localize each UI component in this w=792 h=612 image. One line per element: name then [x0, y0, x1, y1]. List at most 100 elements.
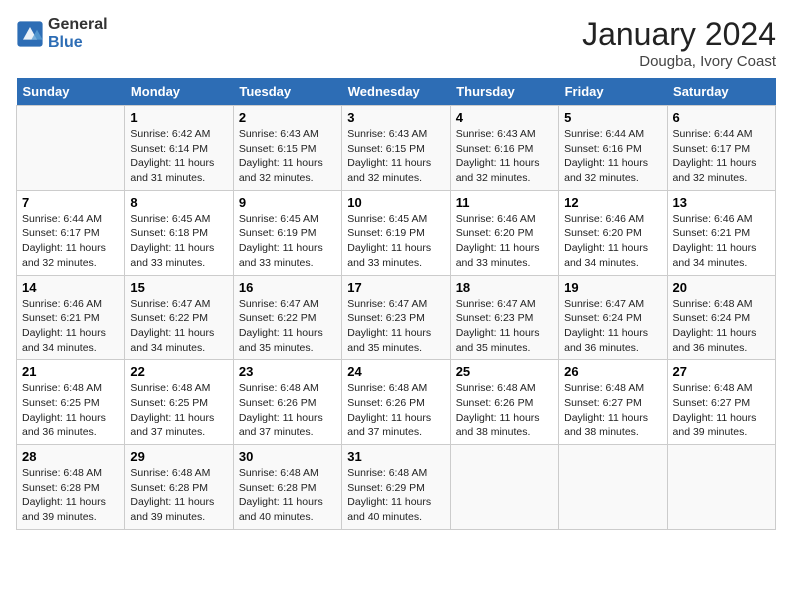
- calendar-table: SundayMondayTuesdayWednesdayThursdayFrid…: [16, 78, 776, 530]
- day-number: 7: [22, 195, 119, 210]
- cell-info: Sunrise: 6:47 AMSunset: 6:24 PMDaylight:…: [564, 297, 661, 356]
- calendar-body: 1Sunrise: 6:42 AMSunset: 6:14 PMDaylight…: [17, 106, 776, 530]
- cell-info: Sunrise: 6:46 AMSunset: 6:21 PMDaylight:…: [673, 212, 770, 271]
- calendar-cell: 20 Sunrise: 6:48 AMSunset: 6:24 PMDayligh…: [667, 275, 775, 360]
- cell-info: Sunrise: 6:48 AMSunset: 6:28 PMDaylight:…: [22, 466, 119, 525]
- day-number: 10: [347, 195, 444, 210]
- cell-info: Sunrise: 6:48 AMSunset: 6:28 PMDaylight:…: [130, 466, 227, 525]
- calendar-cell: 18Sunrise: 6:47 AMSunset: 6:23 PMDayligh…: [450, 275, 558, 360]
- cell-info: Sunrise: 6:44 AMSunset: 6:17 PMDaylight:…: [673, 127, 770, 186]
- cell-info: Sunrise: 6:47 AMSunset: 6:23 PMDaylight:…: [456, 297, 553, 356]
- cell-info: Sunrise: 6:48 AMSunset: 6:26 PMDaylight:…: [239, 381, 336, 440]
- title-block: January 2024 Dougba, Ivory Coast: [582, 16, 776, 70]
- calendar-header-row: SundayMondayTuesdayWednesdayThursdayFrid…: [17, 78, 776, 106]
- day-number: 9: [239, 195, 336, 210]
- day-number: 6: [673, 110, 770, 125]
- cell-info: Sunrise: 6:48 AMSunset: 6:25 PMDaylight:…: [22, 381, 119, 440]
- calendar-cell: 7 Sunrise: 6:44 AMSunset: 6:17 PMDaylight…: [17, 190, 125, 275]
- cell-info: Sunrise: 6:45 AMSunset: 6:18 PMDaylight:…: [130, 212, 227, 271]
- cell-info: Sunrise: 6:47 AMSunset: 6:22 PMDaylight:…: [130, 297, 227, 356]
- week-row-2: 7 Sunrise: 6:44 AMSunset: 6:17 PMDaylight…: [17, 190, 776, 275]
- calendar-cell: 23 Sunrise: 6:48 AMSunset: 6:26 PMDayligh…: [233, 360, 341, 445]
- cell-info: Sunrise: 6:48 AMSunset: 6:28 PMDaylight:…: [239, 466, 336, 525]
- day-number: 26: [564, 364, 661, 379]
- week-row-3: 14 Sunrise: 6:46 AMSunset: 6:21 PMDayligh…: [17, 275, 776, 360]
- calendar-cell: 24Sunrise: 6:48 AMSunset: 6:26 PMDayligh…: [342, 360, 450, 445]
- day-number: 21: [22, 364, 119, 379]
- calendar-cell: 15 Sunrise: 6:47 AMSunset: 6:22 PMDayligh…: [125, 275, 233, 360]
- calendar-cell: 17Sunrise: 6:47 AMSunset: 6:23 PMDayligh…: [342, 275, 450, 360]
- calendar-cell: [667, 445, 775, 530]
- cell-info: Sunrise: 6:45 AMSunset: 6:19 PMDaylight:…: [347, 212, 444, 271]
- day-number: 3: [347, 110, 444, 125]
- cell-info: Sunrise: 6:44 AMSunset: 6:16 PMDaylight:…: [564, 127, 661, 186]
- calendar-title: January 2024: [582, 16, 776, 53]
- calendar-cell: [17, 106, 125, 191]
- calendar-cell: 6 Sunrise: 6:44 AMSunset: 6:17 PMDaylight…: [667, 106, 775, 191]
- calendar-cell: 11Sunrise: 6:46 AMSunset: 6:20 PMDayligh…: [450, 190, 558, 275]
- cell-info: Sunrise: 6:48 AMSunset: 6:27 PMDaylight:…: [673, 381, 770, 440]
- cell-info: Sunrise: 6:43 AMSunset: 6:16 PMDaylight:…: [456, 127, 553, 186]
- logo-line1: General: [48, 16, 108, 34]
- week-row-4: 21 Sunrise: 6:48 AMSunset: 6:25 PMDayligh…: [17, 360, 776, 445]
- calendar-cell: 19 Sunrise: 6:47 AMSunset: 6:24 PMDayligh…: [559, 275, 667, 360]
- calendar-cell: 30Sunrise: 6:48 AMSunset: 6:28 PMDayligh…: [233, 445, 341, 530]
- calendar-cell: 27 Sunrise: 6:48 AMSunset: 6:27 PMDayligh…: [667, 360, 775, 445]
- page-header: General Blue January 2024 Dougba, Ivory …: [16, 16, 776, 70]
- cell-info: Sunrise: 6:43 AMSunset: 6:15 PMDaylight:…: [239, 127, 336, 186]
- calendar-cell: 16 Sunrise: 6:47 AMSunset: 6:22 PMDayligh…: [233, 275, 341, 360]
- cell-info: Sunrise: 6:47 AMSunset: 6:22 PMDaylight:…: [239, 297, 336, 356]
- day-number: 14: [22, 280, 119, 295]
- day-number: 28: [22, 449, 119, 464]
- cell-info: Sunrise: 6:48 AMSunset: 6:27 PMDaylight:…: [564, 381, 661, 440]
- day-header-tuesday: Tuesday: [233, 78, 341, 106]
- calendar-cell: 14 Sunrise: 6:46 AMSunset: 6:21 PMDayligh…: [17, 275, 125, 360]
- day-number: 22: [130, 364, 227, 379]
- day-number: 8: [130, 195, 227, 210]
- calendar-cell: 31Sunrise: 6:48 AMSunset: 6:29 PMDayligh…: [342, 445, 450, 530]
- cell-info: Sunrise: 6:44 AMSunset: 6:17 PMDaylight:…: [22, 212, 119, 271]
- week-row-5: 28 Sunrise: 6:48 AMSunset: 6:28 PMDayligh…: [17, 445, 776, 530]
- cell-info: Sunrise: 6:43 AMSunset: 6:15 PMDaylight:…: [347, 127, 444, 186]
- day-number: 16: [239, 280, 336, 295]
- calendar-cell: 9 Sunrise: 6:45 AMSunset: 6:19 PMDaylight…: [233, 190, 341, 275]
- cell-info: Sunrise: 6:45 AMSunset: 6:19 PMDaylight:…: [239, 212, 336, 271]
- calendar-cell: 3 Sunrise: 6:43 AMSunset: 6:15 PMDaylight…: [342, 106, 450, 191]
- calendar-cell: 26 Sunrise: 6:48 AMSunset: 6:27 PMDayligh…: [559, 360, 667, 445]
- calendar-cell: 10 Sunrise: 6:45 AMSunset: 6:19 PMDayligh…: [342, 190, 450, 275]
- day-number: 17: [347, 280, 444, 295]
- day-header-sunday: Sunday: [17, 78, 125, 106]
- calendar-cell: 29Sunrise: 6:48 AMSunset: 6:28 PMDayligh…: [125, 445, 233, 530]
- calendar-subtitle: Dougba, Ivory Coast: [582, 53, 776, 70]
- cell-info: Sunrise: 6:48 AMSunset: 6:25 PMDaylight:…: [130, 381, 227, 440]
- calendar-cell: [559, 445, 667, 530]
- cell-info: Sunrise: 6:48 AMSunset: 6:26 PMDaylight:…: [456, 381, 553, 440]
- day-number: 27: [673, 364, 770, 379]
- logo-icon: [16, 20, 44, 48]
- calendar-cell: 5Sunrise: 6:44 AMSunset: 6:16 PMDaylight…: [559, 106, 667, 191]
- day-header-saturday: Saturday: [667, 78, 775, 106]
- day-number: 4: [456, 110, 553, 125]
- cell-info: Sunrise: 6:46 AMSunset: 6:21 PMDaylight:…: [22, 297, 119, 356]
- day-number: 2: [239, 110, 336, 125]
- logo: General Blue: [16, 16, 108, 51]
- logo-text: General Blue: [48, 16, 108, 51]
- calendar-cell: 8 Sunrise: 6:45 AMSunset: 6:18 PMDaylight…: [125, 190, 233, 275]
- cell-info: Sunrise: 6:46 AMSunset: 6:20 PMDaylight:…: [456, 212, 553, 271]
- calendar-cell: 21 Sunrise: 6:48 AMSunset: 6:25 PMDayligh…: [17, 360, 125, 445]
- day-header-wednesday: Wednesday: [342, 78, 450, 106]
- day-number: 15: [130, 280, 227, 295]
- cell-info: Sunrise: 6:42 AMSunset: 6:14 PMDaylight:…: [130, 127, 227, 186]
- cell-info: Sunrise: 6:48 AMSunset: 6:24 PMDaylight:…: [673, 297, 770, 356]
- calendar-cell: 1Sunrise: 6:42 AMSunset: 6:14 PMDaylight…: [125, 106, 233, 191]
- day-header-friday: Friday: [559, 78, 667, 106]
- day-number: 19: [564, 280, 661, 295]
- cell-info: Sunrise: 6:46 AMSunset: 6:20 PMDaylight:…: [564, 212, 661, 271]
- calendar-cell: 2 Sunrise: 6:43 AMSunset: 6:15 PMDaylight…: [233, 106, 341, 191]
- day-number: 31: [347, 449, 444, 464]
- calendar-cell: 25Sunrise: 6:48 AMSunset: 6:26 PMDayligh…: [450, 360, 558, 445]
- day-number: 20: [673, 280, 770, 295]
- calendar-cell: 4 Sunrise: 6:43 AMSunset: 6:16 PMDaylight…: [450, 106, 558, 191]
- calendar-cell: 22 Sunrise: 6:48 AMSunset: 6:25 PMDayligh…: [125, 360, 233, 445]
- day-number: 23: [239, 364, 336, 379]
